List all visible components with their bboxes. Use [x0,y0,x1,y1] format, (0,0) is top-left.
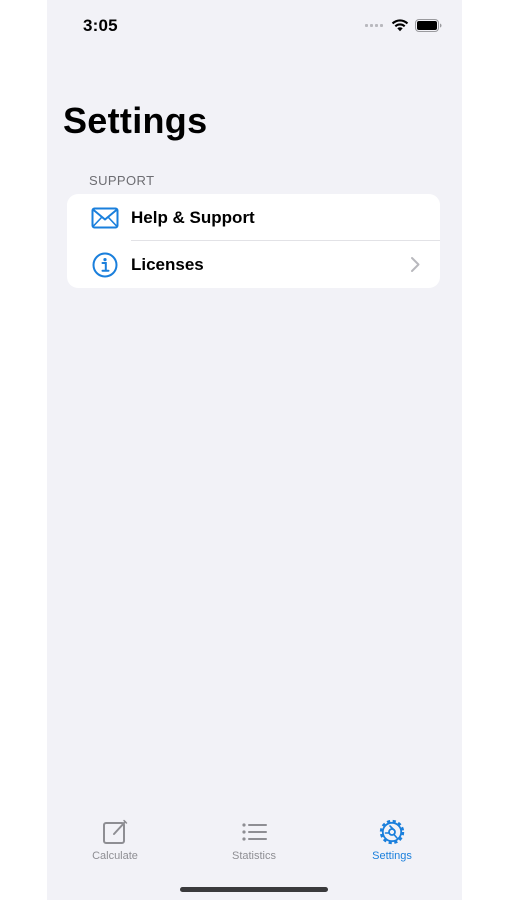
info-circle-icon [91,252,119,278]
envelope-icon [91,206,119,230]
tab-calculate-label: Calculate [92,850,138,862]
help-support-label: Help & Support [131,208,255,227]
licenses-label: Licenses [131,255,204,274]
chevron-right-icon [411,257,420,272]
tab-settings[interactable]: Settings [342,818,442,862]
status-time: 3:05 [83,16,118,35]
help-support-row[interactable]: Help & Support [67,194,440,241]
settings-group: Help & Support Licenses [67,194,440,288]
tab-statistics-label: Statistics [231,850,276,862]
phone-screen: 3:05 Settings SUPPORT Help & Support Lic… [47,0,462,900]
list-bullet-icon [242,823,267,841]
status-icons [365,18,442,32]
cellular-signal-icon [365,23,383,27]
battery-icon [415,18,442,32]
status-bar: 3:05 [47,0,462,52]
tab-calculate[interactable]: Calculate [65,818,165,862]
home-indicator[interactable] [180,887,328,892]
licenses-row[interactable]: Licenses [67,241,440,288]
tab-statistics[interactable]: Statistics [204,818,304,862]
square-pencil-icon [103,819,128,844]
section-header: SUPPORT [89,173,155,188]
gear-icon [379,819,405,845]
wifi-icon [391,19,409,32]
page-title: Settings [63,100,208,141]
tab-bar: Calculate Statistics Settings [47,800,462,900]
tab-settings-label: Settings [372,850,412,862]
